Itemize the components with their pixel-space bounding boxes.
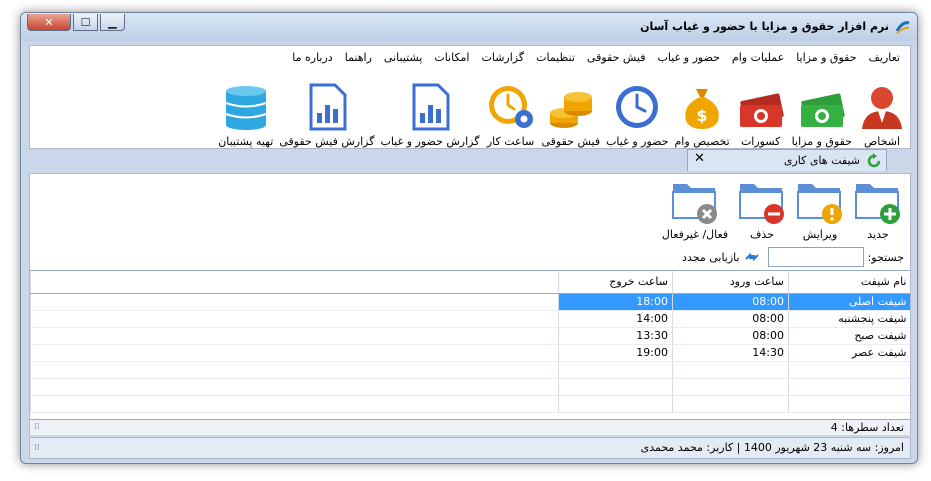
table-row[interactable]: شیفت صبح 08:00 13:30 bbox=[30, 327, 910, 345]
menu-salary[interactable]: حقوق و مزایا bbox=[790, 50, 862, 66]
search-row: جستجو: بازیابی مجدد bbox=[682, 246, 904, 268]
search-input[interactable] bbox=[767, 247, 864, 267]
shifts-grid: نام شیفت ساعت ورود ساعت خروج شیفت اصلی 0… bbox=[30, 270, 910, 420]
menu-support[interactable]: پشتیبانی bbox=[378, 50, 428, 66]
person-icon bbox=[862, 87, 902, 129]
tab-close-button[interactable]: ✕ bbox=[694, 151, 705, 166]
folder-remove-icon bbox=[739, 184, 784, 224]
row-count-label: تعداد سطرها: bbox=[841, 421, 904, 434]
title-bar[interactable]: نرم افزار حقوق و مزایا با حضور و غیاب آس… bbox=[21, 13, 917, 41]
payslip-button[interactable]: فیش حقوقی bbox=[542, 72, 600, 148]
action-toolbar: جدید ویرایش حذف فعال/ غیرفعال bbox=[654, 178, 904, 242]
menu-loan[interactable]: عملیات وام bbox=[726, 50, 790, 66]
menu-about[interactable]: درباره ما bbox=[286, 50, 338, 66]
window-title: نرم افزار حقوق و مزایا با حضور و غیاب آس… bbox=[640, 20, 889, 33]
svg-text:$: $ bbox=[697, 106, 708, 125]
refresh-button[interactable]: بازیابی مجدد bbox=[682, 249, 760, 265]
column-header-empty bbox=[30, 271, 559, 294]
menu-reports[interactable]: گزارشات bbox=[476, 50, 531, 66]
status-text: امروز: سه شنبه 23 شهریور 1400 | کاربر: م… bbox=[640, 441, 904, 454]
column-header-exit-time[interactable]: ساعت خروج bbox=[558, 271, 673, 294]
table-row[interactable]: شیفت عصر 14:30 19:00 bbox=[30, 344, 910, 362]
report-icon bbox=[412, 83, 450, 131]
close-button[interactable]: ✕ bbox=[27, 14, 71, 31]
new-button[interactable]: جدید bbox=[852, 178, 904, 242]
table-row[interactable]: شیفت اصلی 08:00 18:00 bbox=[30, 293, 910, 311]
menu-bar: تعاریف حقوق و مزایا عملیات وام حضور و غی… bbox=[286, 50, 906, 66]
row-count-bar: تعداد سطرها: 4 ⁞⁞ bbox=[30, 420, 910, 435]
search-label: جستجو: bbox=[867, 250, 904, 264]
backup-button[interactable]: تهیه پشتیبان bbox=[218, 72, 273, 148]
app-window: نرم افزار حقوق و مزایا با حضور و غیاب آس… bbox=[20, 12, 918, 464]
attendance-button[interactable]: حضور و غیاب bbox=[606, 72, 669, 148]
folder-disable-icon bbox=[672, 184, 717, 224]
empty-row bbox=[30, 361, 910, 379]
edit-button[interactable]: ویرایش bbox=[794, 178, 846, 242]
database-icon bbox=[225, 86, 267, 130]
grip-icon: ⁞⁞ bbox=[34, 422, 40, 432]
app-logo-icon bbox=[895, 21, 910, 34]
empty-row bbox=[30, 395, 910, 413]
menu-help[interactable]: راهنما bbox=[339, 50, 378, 66]
delete-button[interactable]: حذف bbox=[736, 178, 788, 242]
column-header-shift-name[interactable]: نام شیفت bbox=[788, 271, 910, 294]
folder-add-icon bbox=[855, 184, 900, 224]
menu-definitions[interactable]: تعاریف bbox=[863, 50, 906, 66]
loan-allocation-button[interactable]: $ تخصیص وام bbox=[675, 72, 730, 148]
coins-icon bbox=[549, 92, 592, 128]
menu-payslip[interactable]: فیش حقوقی bbox=[581, 50, 652, 66]
tab-work-shifts[interactable]: شیفت های کاری ✕ bbox=[687, 149, 887, 171]
ribbon: تعاریف حقوق و مزایا عملیات وام حضور و غی… bbox=[29, 45, 911, 149]
attendance-report-button[interactable]: گزارش حضور و غیاب bbox=[380, 72, 480, 148]
status-bar: امروز: سه شنبه 23 شهریور 1400 | کاربر: م… bbox=[29, 437, 911, 459]
table-row[interactable]: شیفت پنجشنبه 08:00 14:00 bbox=[30, 310, 910, 328]
payslip-report-button[interactable]: گزارش فیش حقوقی bbox=[279, 72, 374, 148]
salary-button[interactable]: حقوق و مزایا bbox=[792, 72, 852, 148]
maximize-button[interactable]: ☐ bbox=[73, 14, 98, 31]
row-count-value: 4 bbox=[830, 421, 838, 434]
main-toolbar: اشخاص حقوق و مزایا کسورات $ تخصیص وام حض… bbox=[212, 72, 906, 148]
grid-header: نام شیفت ساعت ورود ساعت خروج bbox=[30, 271, 910, 294]
work-hours-button[interactable]: ساعت کار bbox=[486, 72, 536, 148]
tab-strip: شیفت های کاری ✕ bbox=[29, 149, 911, 171]
toggle-active-button[interactable]: فعال/ غیرفعال bbox=[660, 178, 730, 242]
clock-icon bbox=[616, 86, 659, 128]
report-icon bbox=[309, 83, 347, 131]
persons-button[interactable]: اشخاص bbox=[858, 72, 906, 148]
empty-row bbox=[30, 378, 910, 396]
column-header-entry-time[interactable]: ساعت ورود bbox=[672, 271, 789, 294]
minimize-button[interactable]: ▁ bbox=[100, 14, 125, 31]
menu-tools[interactable]: امکانات bbox=[428, 50, 475, 66]
clock-gear-icon bbox=[488, 86, 533, 128]
money-bill-red-icon bbox=[739, 93, 784, 127]
grip-icon: ⁞⁞ bbox=[34, 443, 40, 453]
folder-warning-icon bbox=[797, 184, 842, 224]
menu-settings[interactable]: تنظیمات bbox=[530, 50, 581, 66]
money-bill-icon bbox=[800, 93, 845, 127]
shifts-panel: جدید ویرایش حذف فعال/ غیرفعال جستجو: باز… bbox=[29, 173, 911, 435]
sync-icon bbox=[744, 252, 759, 262]
deductions-button[interactable]: کسورات bbox=[736, 72, 786, 148]
refresh-icon bbox=[867, 153, 881, 168]
menu-attendance[interactable]: حضور و غیاب bbox=[651, 50, 725, 66]
money-bag-icon: $ bbox=[685, 89, 719, 129]
